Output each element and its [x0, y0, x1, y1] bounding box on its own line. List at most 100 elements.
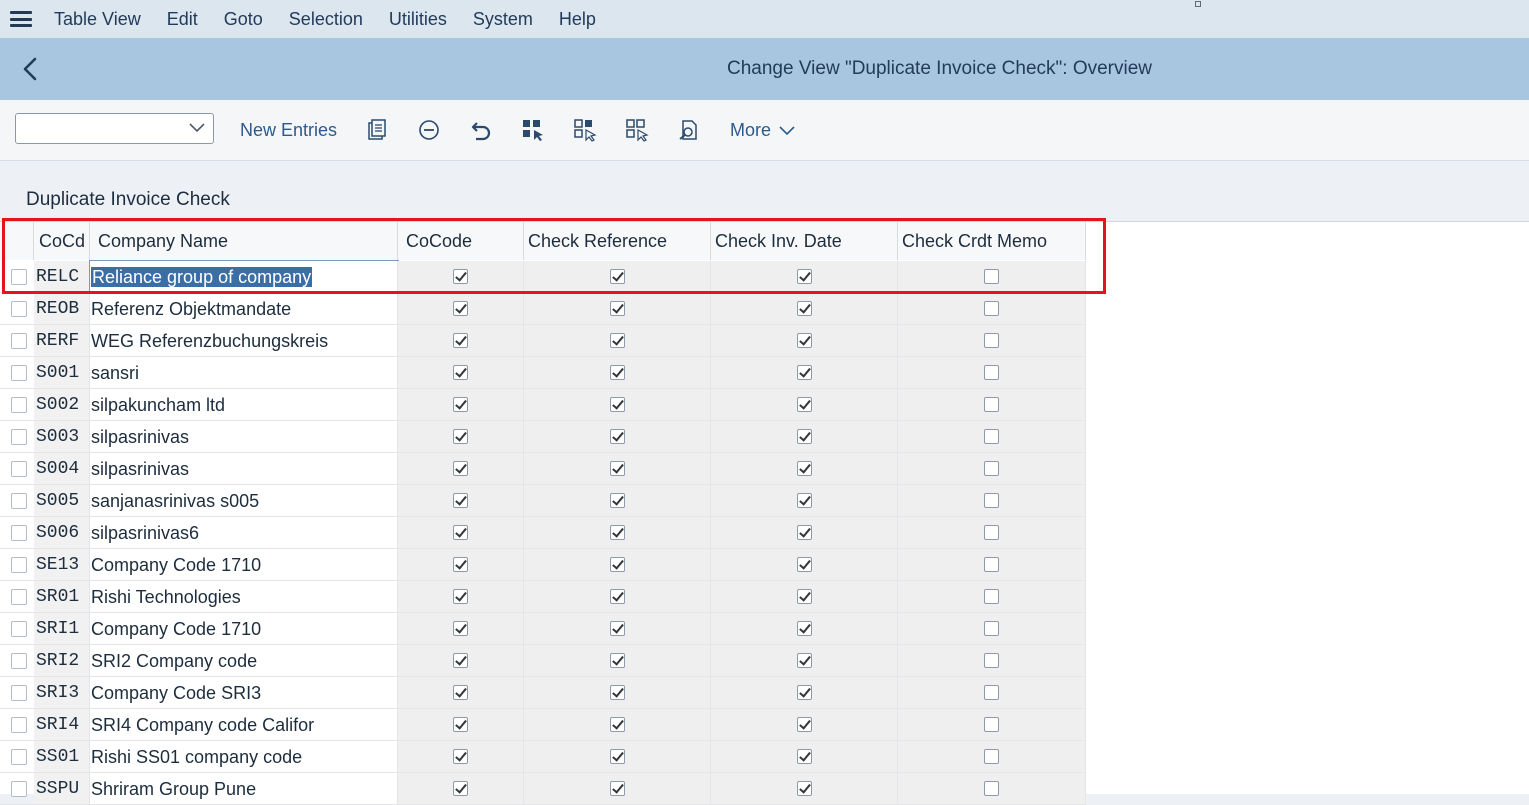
menu-table-view[interactable]: Table View: [54, 9, 141, 30]
check-crdt-memo-checkbox[interactable]: [984, 333, 999, 348]
cocode-checkbox[interactable]: [453, 557, 468, 572]
check-inv-date-checkbox[interactable]: [797, 397, 812, 412]
check-crdt-memo-checkbox[interactable]: [984, 749, 999, 764]
check-reference-checkbox[interactable]: [610, 621, 625, 636]
company-name-cell[interactable]: Company Code 1710: [90, 613, 398, 645]
row-selector-cell[interactable]: [0, 389, 34, 421]
row-select-checkbox[interactable]: [11, 269, 27, 285]
row-selector-cell[interactable]: [0, 709, 34, 741]
company-name-cell[interactable]: Reliance group of company: [89, 260, 399, 294]
check-crdt-memo-checkbox[interactable]: [984, 397, 999, 412]
command-dropdown[interactable]: [15, 113, 214, 144]
company-name-cell[interactable]: silpakuncham ltd: [90, 389, 398, 421]
row-selector-cell[interactable]: [0, 453, 34, 485]
check-crdt-memo-checkbox[interactable]: [984, 621, 999, 636]
cocode-checkbox[interactable]: [453, 717, 468, 732]
row-selector-cell[interactable]: [0, 485, 34, 517]
check-inv-date-checkbox[interactable]: [797, 557, 812, 572]
print-preview-icon[interactable]: [677, 118, 701, 142]
row-select-checkbox[interactable]: [11, 621, 27, 637]
cocode-checkbox[interactable]: [453, 333, 468, 348]
check-crdt-memo-checkbox[interactable]: [984, 717, 999, 732]
row-select-checkbox[interactable]: [11, 557, 27, 573]
row-select-checkbox[interactable]: [11, 525, 27, 541]
row-select-checkbox[interactable]: [11, 589, 27, 605]
company-name-cell[interactable]: WEG Referenzbuchungskreis: [90, 325, 398, 357]
check-reference-checkbox[interactable]: [610, 365, 625, 380]
row-selector-cell[interactable]: [0, 677, 34, 709]
company-name-cell[interactable]: SRI2 Company code: [90, 645, 398, 677]
column-header-check-crdt-memo[interactable]: Check Crdt Memo: [898, 222, 1086, 260]
row-selector-cell[interactable]: [0, 357, 34, 389]
check-inv-date-checkbox[interactable]: [797, 493, 812, 508]
check-reference-checkbox[interactable]: [610, 717, 625, 732]
check-reference-checkbox[interactable]: [610, 493, 625, 508]
check-inv-date-checkbox[interactable]: [797, 301, 812, 316]
delete-minus-icon[interactable]: [417, 118, 441, 142]
check-crdt-memo-checkbox[interactable]: [984, 557, 999, 572]
cocode-checkbox[interactable]: [453, 685, 468, 700]
menu-help[interactable]: Help: [559, 9, 596, 30]
row-selector-cell[interactable]: [0, 581, 34, 613]
company-name-cell[interactable]: Company Code SRI3: [90, 677, 398, 709]
copy-as-icon[interactable]: [365, 118, 389, 142]
check-reference-checkbox[interactable]: [610, 781, 625, 796]
row-select-checkbox[interactable]: [11, 749, 27, 765]
check-crdt-memo-checkbox[interactable]: [984, 461, 999, 476]
check-crdt-memo-checkbox[interactable]: [984, 269, 999, 284]
check-reference-checkbox[interactable]: [610, 397, 625, 412]
menu-utilities[interactable]: Utilities: [389, 9, 447, 30]
check-inv-date-checkbox[interactable]: [797, 589, 812, 604]
check-inv-date-checkbox[interactable]: [797, 781, 812, 796]
column-header-cocode[interactable]: CoCode: [398, 222, 524, 260]
more-button[interactable]: More: [730, 120, 795, 141]
check-crdt-memo-checkbox[interactable]: [984, 525, 999, 540]
check-inv-date-checkbox[interactable]: [797, 333, 812, 348]
company-name-cell[interactable]: Referenz Objektmandate: [90, 293, 398, 325]
cocode-checkbox[interactable]: [453, 365, 468, 380]
menu-edit[interactable]: Edit: [167, 9, 198, 30]
company-name-cell[interactable]: SRI4 Company code Califor: [90, 709, 398, 741]
row-select-checkbox[interactable]: [11, 717, 27, 733]
row-selector-cell[interactable]: [0, 421, 34, 453]
select-block-icon[interactable]: [573, 118, 597, 142]
cocode-checkbox[interactable]: [453, 429, 468, 444]
check-reference-checkbox[interactable]: [610, 653, 625, 668]
cocode-checkbox[interactable]: [453, 269, 468, 284]
company-name-cell[interactable]: Rishi Technologies: [90, 581, 398, 613]
row-selector-cell[interactable]: [0, 293, 34, 325]
check-inv-date-checkbox[interactable]: [797, 269, 812, 284]
cocode-checkbox[interactable]: [453, 461, 468, 476]
cocode-checkbox[interactable]: [453, 589, 468, 604]
row-select-checkbox[interactable]: [11, 365, 27, 381]
column-header-cocd[interactable]: CoCd: [34, 222, 90, 260]
check-reference-checkbox[interactable]: [610, 269, 625, 284]
row-selector-cell[interactable]: [0, 517, 34, 549]
company-name-cell[interactable]: silpasrinivas: [90, 453, 398, 485]
check-crdt-memo-checkbox[interactable]: [984, 589, 999, 604]
check-reference-checkbox[interactable]: [610, 525, 625, 540]
cocode-checkbox[interactable]: [453, 493, 468, 508]
back-arrow-icon[interactable]: [18, 54, 44, 84]
company-name-cell[interactable]: Rishi SS01 company code: [90, 741, 398, 773]
check-inv-date-checkbox[interactable]: [797, 749, 812, 764]
row-select-checkbox[interactable]: [11, 461, 27, 477]
cocode-checkbox[interactable]: [453, 653, 468, 668]
menu-system[interactable]: System: [473, 9, 533, 30]
column-header-check-reference[interactable]: Check Reference: [524, 222, 711, 260]
column-header-company-name[interactable]: Company Name: [90, 222, 398, 260]
check-reference-checkbox[interactable]: [610, 429, 625, 444]
check-crdt-memo-checkbox[interactable]: [984, 493, 999, 508]
check-reference-checkbox[interactable]: [610, 301, 625, 316]
check-inv-date-checkbox[interactable]: [797, 365, 812, 380]
row-select-checkbox[interactable]: [11, 685, 27, 701]
row-selector-cell[interactable]: [0, 549, 34, 581]
row-selector-cell[interactable]: [0, 613, 34, 645]
check-reference-checkbox[interactable]: [610, 749, 625, 764]
menu-selection[interactable]: Selection: [289, 9, 363, 30]
check-inv-date-checkbox[interactable]: [797, 685, 812, 700]
select-all-column-header[interactable]: [0, 222, 34, 260]
check-reference-checkbox[interactable]: [610, 333, 625, 348]
row-select-checkbox[interactable]: [11, 781, 27, 797]
row-select-checkbox[interactable]: [11, 301, 27, 317]
